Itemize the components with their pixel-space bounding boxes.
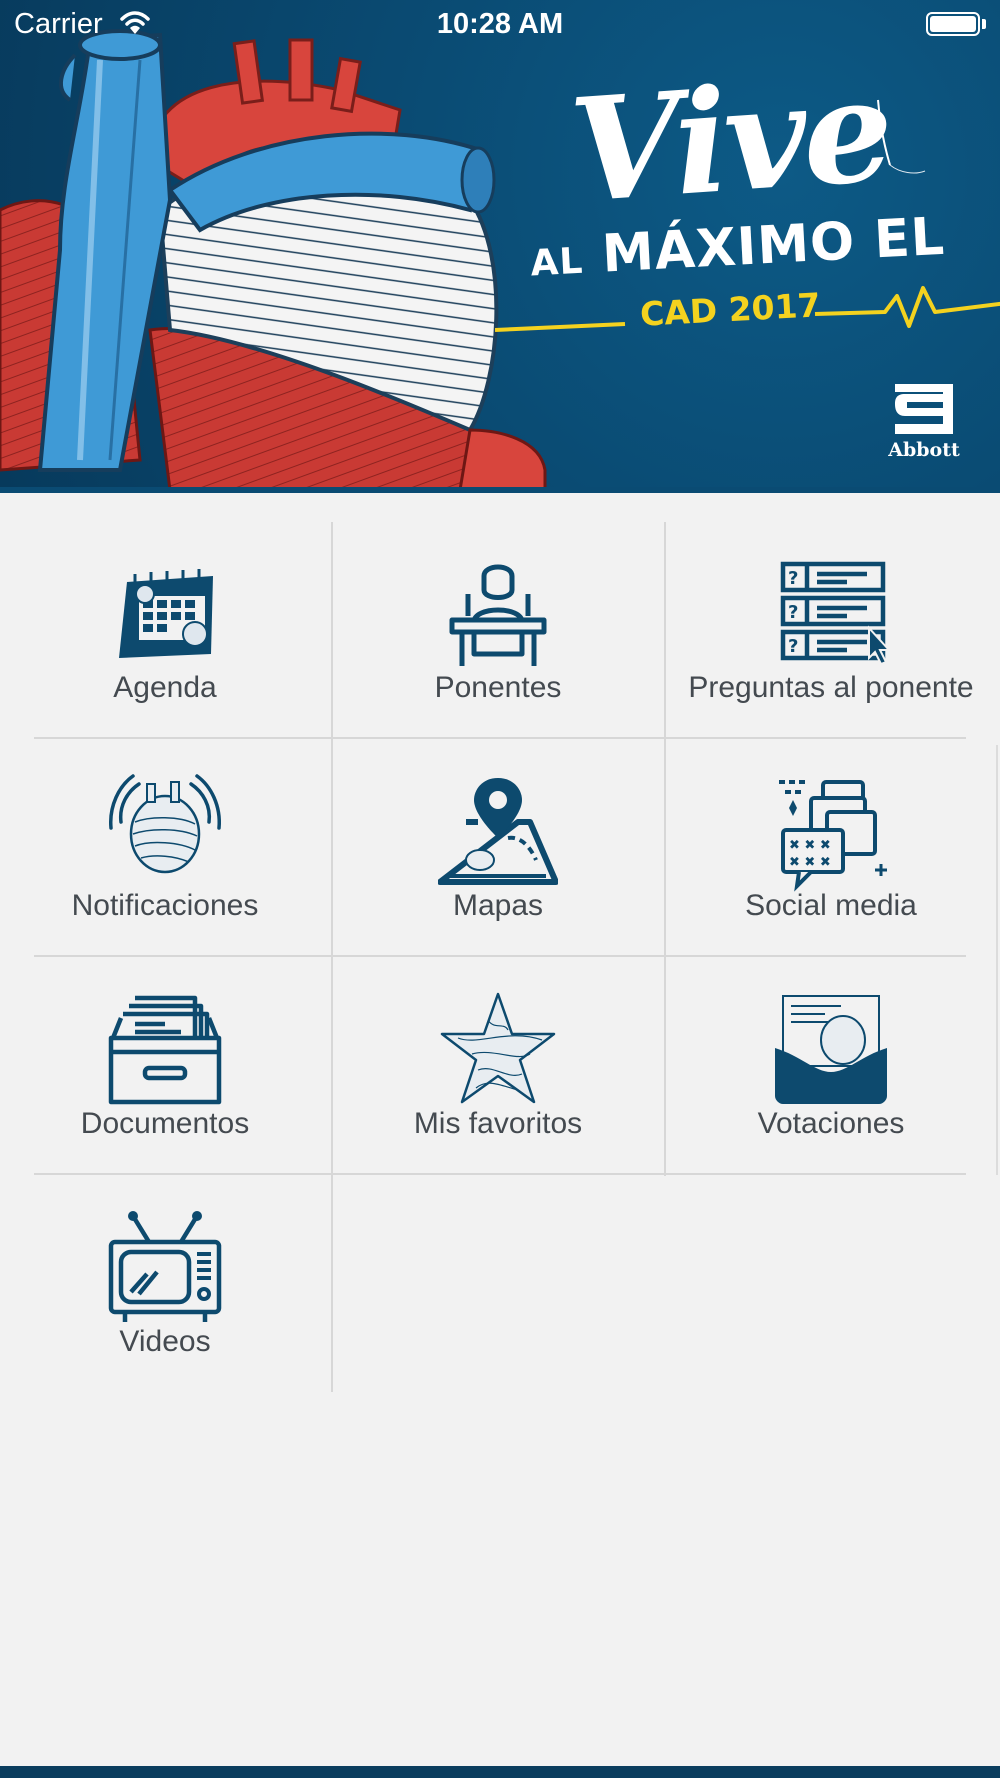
menu-grid: Agenda Ponentes ??? Preguntas al ponente… <box>0 520 1000 1392</box>
grid-divider <box>664 522 666 1176</box>
heart-notification-icon <box>109 774 221 874</box>
svg-text:?: ? <box>788 602 798 623</box>
map-pin-icon <box>438 778 558 885</box>
menu-item-mis-favoritos[interactable]: Mis favoritos <box>333 956 663 1172</box>
menu-item-label: Mis favoritos <box>413 1107 583 1140</box>
menu-item-label: Notificaciones <box>71 889 259 922</box>
banner-title-al: AL <box>529 240 585 285</box>
menu-item-preguntas[interactable]: ??? Preguntas al ponente <box>666 520 996 736</box>
menu-item-label: Mapas <box>452 889 544 922</box>
menu-item-label: Votaciones <box>757 1107 905 1140</box>
menu-item-label: Preguntas al ponente <box>688 671 974 704</box>
status-bar: Carrier 10:28 AM <box>0 0 1000 48</box>
menu-item-documentos[interactable]: Documentos <box>0 956 330 1172</box>
menu-item-label: Ponentes <box>434 671 562 704</box>
grid-divider <box>34 737 966 739</box>
abbott-mark-icon <box>895 384 953 434</box>
bottom-bar <box>0 1766 1000 1778</box>
menu-item-mapas[interactable]: Mapas <box>333 738 663 954</box>
scroll-indicator <box>996 745 998 1175</box>
banner-divider <box>0 487 1000 493</box>
menu-item-label: Social media <box>745 889 917 922</box>
calendar-icon <box>119 569 213 658</box>
hero-banner: Carrier 10:28 AM Vive AL MÁXIMO EL CAD 2… <box>0 0 1000 490</box>
banner-title-vive: Vive <box>565 47 895 235</box>
menu-item-social-media[interactable]: ✖ ✖ ✖ ✖ ✖ ✖ Social media <box>666 738 996 954</box>
file-drawer-icon <box>108 995 222 1105</box>
grid-divider <box>34 1173 966 1175</box>
heart-illustration <box>0 29 547 490</box>
chat-bubbles-icon: ✖ ✖ ✖ ✖ ✖ ✖ <box>779 780 887 892</box>
star-icon <box>440 992 556 1104</box>
grid-divider <box>34 955 966 957</box>
abbott-wordmark: Abbott <box>888 439 960 461</box>
ballot-box-icon <box>775 995 887 1104</box>
svg-text:✖ ✖ ✖: ✖ ✖ ✖ <box>789 838 831 853</box>
menu-item-agenda[interactable]: Agenda <box>0 520 330 736</box>
abbott-logo: Abbott <box>884 380 964 461</box>
battery-tip <box>982 19 986 29</box>
menu-item-votaciones[interactable]: Votaciones <box>666 956 996 1172</box>
svg-text:?: ? <box>788 568 798 589</box>
menu-item-label: Documentos <box>80 1107 250 1140</box>
battery-icon <box>926 12 980 36</box>
menu-item-notificaciones[interactable]: Notificaciones <box>0 738 330 954</box>
needle-thread-icon <box>877 99 926 174</box>
television-icon <box>108 1211 222 1322</box>
menu-item-videos[interactable]: Videos <box>0 1174 330 1390</box>
menu-item-ponentes[interactable]: Ponentes <box>333 520 663 736</box>
speaker-podium-icon <box>449 564 547 666</box>
menu-item-label: Agenda <box>113 671 217 704</box>
svg-text:✖ ✖ ✖: ✖ ✖ ✖ <box>789 855 831 870</box>
status-time: 10:28 AM <box>436 8 564 40</box>
grid-divider <box>331 522 333 1392</box>
questions-list-icon: ??? <box>780 561 891 666</box>
svg-text:?: ? <box>788 636 798 657</box>
menu-item-label: Videos <box>119 1325 211 1358</box>
